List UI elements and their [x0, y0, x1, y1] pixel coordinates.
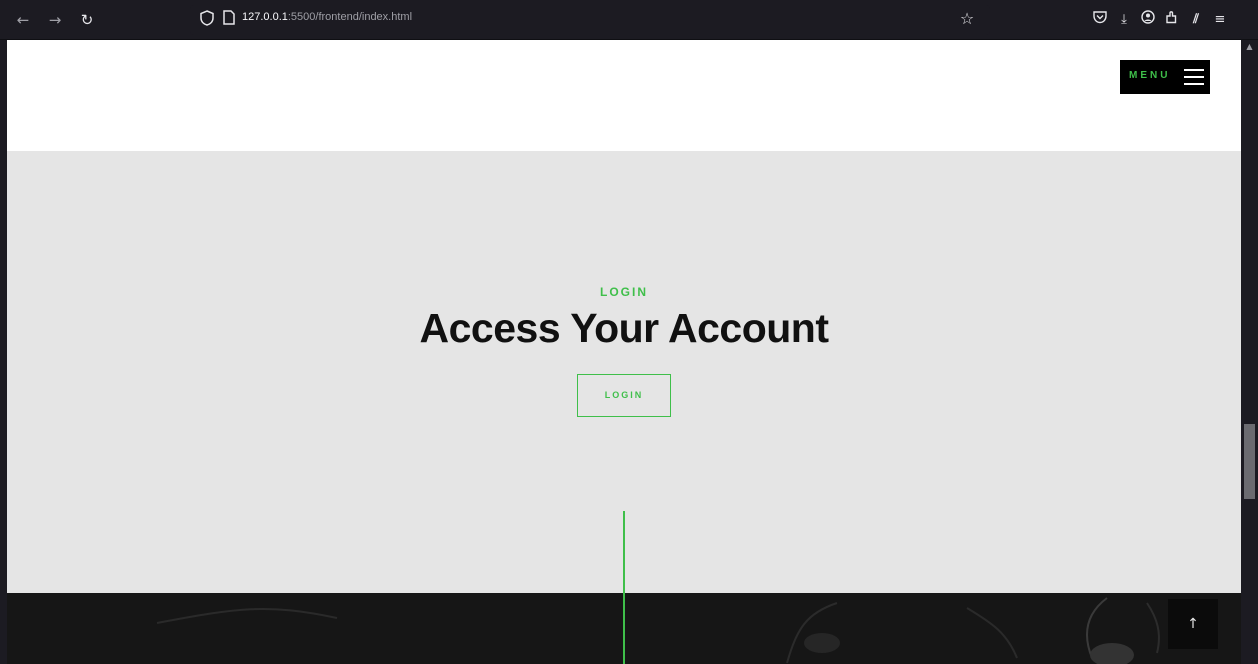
- shield-icon[interactable]: [198, 10, 216, 28]
- extensions-icon[interactable]: [1162, 10, 1182, 30]
- reload-icon[interactable]: ↻: [76, 9, 98, 31]
- account-icon[interactable]: [1138, 10, 1158, 30]
- scroll-up-icon[interactable]: ▲: [1241, 40, 1258, 54]
- url-bar[interactable]: 127.0.0.1:5500/frontend/index.html: [190, 5, 990, 35]
- page-scrollbar[interactable]: ▲: [1241, 40, 1258, 664]
- reader-icon[interactable]: ⫽: [1186, 10, 1206, 30]
- forward-icon[interactable]: →: [44, 9, 66, 31]
- back-to-top-button[interactable]: ↑: [1168, 599, 1218, 649]
- site-header: MENU: [7, 40, 1241, 151]
- url-path: :5500/frontend/index.html: [287, 11, 413, 23]
- login-button[interactable]: LOGIN: [577, 374, 671, 417]
- page-icon: [220, 10, 238, 28]
- download-icon[interactable]: ⤓: [1114, 10, 1134, 30]
- page-title: Access Your Account: [419, 305, 830, 351]
- url-host: 127.0.0.1: [242, 11, 288, 23]
- divider-line: [623, 511, 625, 664]
- hamburger-icon: [1184, 68, 1204, 86]
- star-icon[interactable]: ☆: [957, 9, 977, 29]
- back-icon[interactable]: ←: [12, 9, 34, 31]
- menu-label: MENU: [1129, 70, 1171, 81]
- scrollbar-thumb[interactable]: [1244, 424, 1255, 499]
- page-viewport: MENU LOGIN Access Your Account LOGIN ↑: [7, 40, 1241, 664]
- section-eyebrow: LOGIN: [600, 285, 648, 299]
- pocket-icon[interactable]: [1090, 10, 1110, 30]
- url-text[interactable]: 127.0.0.1:5500/frontend/index.html: [242, 11, 412, 23]
- hamburger-menu-icon[interactable]: ≡: [1210, 10, 1230, 30]
- menu-button[interactable]: MENU: [1120, 60, 1210, 94]
- browser-toolbar: ← → ↻ 127.0.0.1:5500/frontend/index.html…: [0, 0, 1258, 40]
